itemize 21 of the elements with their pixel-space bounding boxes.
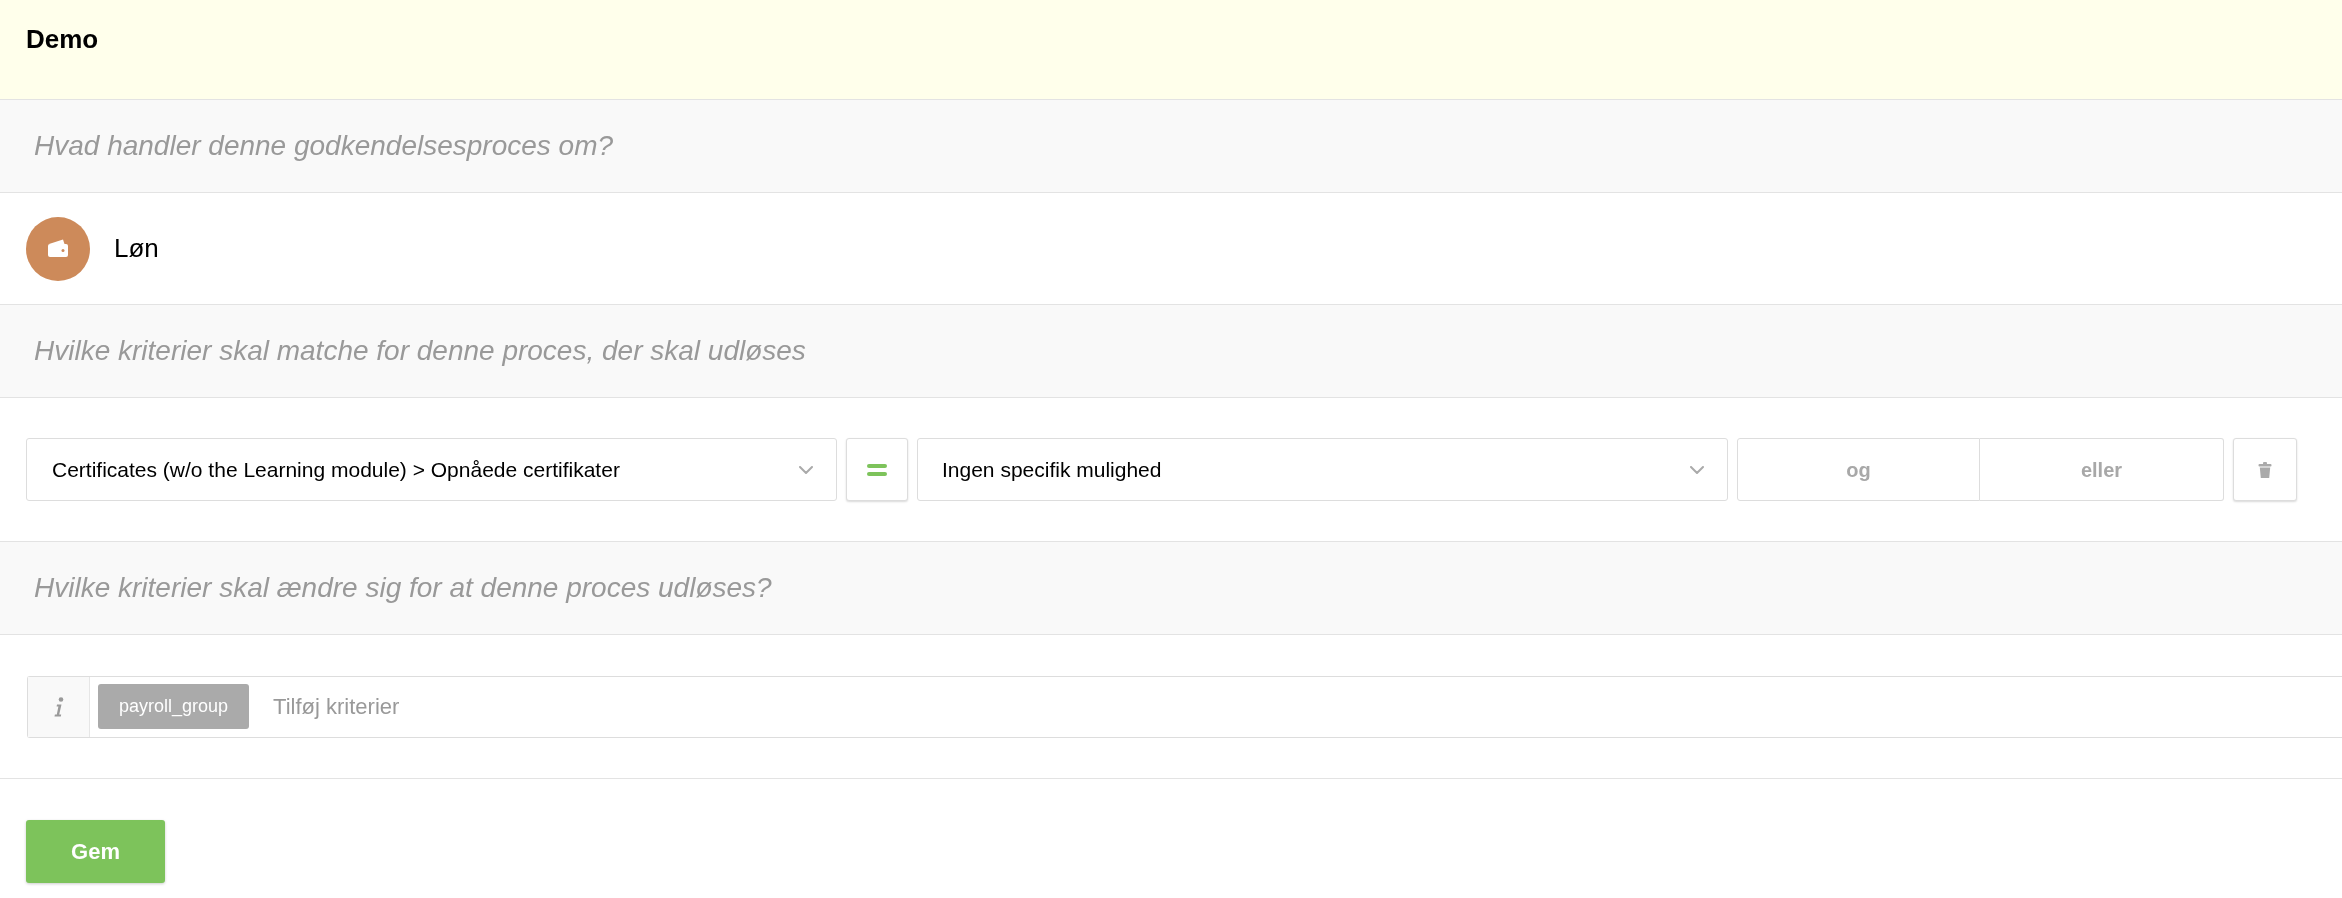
section-heading: Hvilke kriterier skal matche for denne proces, der skal udløses — [34, 334, 806, 368]
value-select[interactable]: Ingen specifik mulighed — [917, 438, 1728, 501]
page-title: Demo — [26, 24, 99, 54]
tag-chip: payroll_group — [98, 684, 250, 729]
criteria-input[interactable]: Tilføj kriterier — [273, 676, 2342, 737]
equals-icon — [867, 463, 887, 476]
connector-toggle[interactable]: eller — [1980, 438, 2224, 501]
chevron-down-icon — [799, 465, 813, 474]
chevron-down-icon — [1690, 465, 1704, 474]
operator-button[interactable] — [846, 438, 908, 501]
delete-button[interactable] — [2233, 438, 2297, 501]
save-button[interactable]: Gem — [26, 820, 165, 883]
field-select[interactable]: Certificates (w/o the Learning module) > Opnåede certifikater — [26, 438, 837, 501]
info-icon — [53, 696, 64, 717]
section-heading: Hvad handler denne godkendelsesproces om? — [34, 129, 614, 163]
tag-input[interactable]: payroll_group Tilføj kriterier — [27, 675, 2342, 738]
connector-toggle[interactable]: og — [1737, 438, 1980, 501]
section-heading: Hvilke kriterier skal ændre sig for at denne proces udløses? — [34, 571, 772, 605]
category-label: Løn — [114, 232, 159, 265]
trash-icon — [2258, 461, 2272, 478]
wallet-icon — [26, 216, 90, 281]
